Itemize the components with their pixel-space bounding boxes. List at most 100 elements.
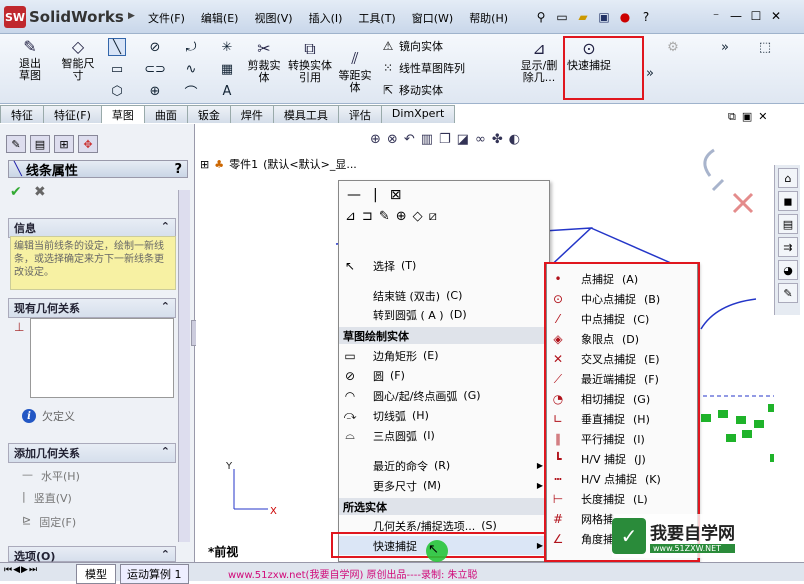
horizontal-relation-option[interactable]: — 水平(H) (22, 468, 80, 484)
menu-item-end-chain[interactable]: 结束链 (双击) (C) (339, 286, 549, 305)
app-logo[interactable]: SW SolidWorks (4, 5, 124, 29)
last-tab-icon[interactable]: ⏭ (29, 565, 37, 575)
menu-item-center-arc[interactable]: ◠ 圆心/起/终点画弧 (G) (339, 386, 549, 405)
existing-relations-header[interactable]: 现有几何关系 ⌃ (8, 298, 176, 318)
close-icon[interactable]: ✕ (768, 8, 784, 24)
help-button[interactable]: ? (174, 162, 182, 177)
maximize-icon[interactable]: ☐ (748, 8, 764, 24)
prev-tab-icon[interactable]: ◀ (13, 565, 20, 575)
menu-item-three-point-arc[interactable]: ⌓ 三点圆弧 (I) (339, 426, 549, 445)
tab-features-f[interactable]: 特征(F) (43, 105, 102, 123)
tab-sheet-metal[interactable]: 钣金 (186, 105, 231, 123)
viewport-restore-icon[interactable]: ⧉ (728, 110, 736, 124)
panel-scrollbar[interactable] (178, 190, 190, 542)
restore-icon[interactable]: ⁻ (708, 8, 724, 24)
model-tab[interactable]: 模型 (76, 564, 116, 584)
motion-study-tab[interactable]: 运动算例 1 (120, 564, 189, 584)
fillet-tool-icon[interactable]: ⌒ (182, 82, 200, 101)
mirror-entities-button[interactable]: ⚠ 镜向实体 (380, 38, 443, 54)
design-library-icon[interactable]: ◼ (778, 191, 798, 211)
info-section-header[interactable]: 信息 ⌃ (8, 218, 176, 238)
point-tool-icon[interactable]: ✳ (218, 38, 236, 56)
viewport-close-icon[interactable]: ✕ (758, 110, 767, 124)
menu-item-more-dimensions[interactable]: 更多尺寸 (M) ▶ (339, 476, 549, 495)
offset-entities-button[interactable]: ⫽ 等距实体 (334, 48, 376, 94)
menu-window[interactable]: 窗口(W) (404, 8, 461, 28)
exit-sketch-button[interactable]: ✎ 退出草图 (14, 36, 46, 82)
trim-small-icon[interactable]: ⊐ (362, 209, 373, 224)
menu-edit[interactable]: 编辑(E) (193, 8, 247, 28)
menu-help[interactable]: 帮助(H) (461, 8, 516, 28)
add-relations-header[interactable]: 添加几何关系 ⌃ (8, 443, 176, 463)
display-delete-relations-button[interactable]: ⊿ 显示/删除几... (516, 38, 562, 84)
plane-tool-icon[interactable]: ▦ (218, 60, 236, 78)
dimension-small-icon[interactable]: ◇ (413, 209, 423, 224)
options-section-header[interactable]: 选项(O) ⌃ (8, 546, 176, 563)
menu-view[interactable]: 视图(V) (246, 8, 300, 28)
smart-dimension-button[interactable]: ◇ 智能尺寸 (60, 36, 96, 82)
menu-item-corner-rectangle[interactable]: ▭ 边角矩形 (E) (339, 346, 549, 365)
polygon-tool-icon[interactable]: ⬡ (108, 82, 126, 100)
minimize-icon[interactable]: — (728, 8, 744, 24)
config-manager-tab-icon[interactable]: ⊞ (54, 135, 74, 153)
file-explorer-icon[interactable]: ▤ (778, 214, 798, 234)
rectangle-tool-icon[interactable]: ▭ (108, 60, 126, 78)
pin-icon[interactable]: ⚲ (532, 8, 550, 26)
ellipse-tool-icon[interactable]: ⊕ (146, 82, 164, 100)
open-folder-icon[interactable]: ▰ (574, 8, 592, 26)
tab-sketch[interactable]: 草图 (100, 105, 145, 123)
rebuild-traffic-light-icon[interactable]: ● (616, 8, 634, 26)
home-icon[interactable]: ⌂ (778, 168, 798, 188)
save-icon[interactable]: ▣ (595, 8, 613, 26)
slot-tool-icon[interactable]: ⊂⊃ (144, 60, 166, 78)
move-entities-button[interactable]: ⇱ 移动实体 (380, 82, 443, 98)
vertical-relation-option[interactable]: | 竖直(V) (22, 490, 72, 506)
menu-item-select[interactable]: ↖ 选择 (T) (339, 256, 549, 275)
next-tab-icon[interactable]: ▶ (21, 565, 28, 575)
vertical-line-icon[interactable]: | (373, 187, 378, 203)
tab-dimxpert[interactable]: DimXpert (380, 105, 456, 123)
menu-item-recent-commands[interactable]: 最近的命令 (R) ▶ (339, 456, 549, 475)
sketch-small-icon[interactable]: ✎ (379, 209, 390, 224)
menu-item-circle[interactable]: ⊘ 圆 (F) (339, 366, 549, 385)
relation-tool-icon[interactable]: ⊠ (390, 187, 402, 203)
menu-file[interactable]: 文件(F) (140, 8, 193, 28)
existing-relations-list[interactable] (30, 318, 174, 398)
custom-properties-icon[interactable]: ✎ (778, 283, 798, 303)
circle-tool-icon[interactable]: ⊘ (146, 38, 164, 56)
tab-evaluate[interactable]: 评估 (337, 105, 382, 123)
spline-tool-icon[interactable]: ∿ (182, 60, 200, 78)
ok-check-icon[interactable]: ✔ (10, 184, 22, 200)
fix-relation-option[interactable]: ⊵ 固定(F) (22, 514, 76, 530)
tab-features[interactable]: 特征 (0, 105, 44, 123)
cancel-x-icon[interactable]: ✖ (34, 184, 46, 200)
tab-surfaces[interactable]: 曲面 (143, 105, 188, 123)
trim-entities-button[interactable]: ✂ 剪裁实体 (244, 38, 284, 84)
dimxpert-tab-icon[interactable]: ✥ (78, 135, 98, 153)
app-menu-dropdown-icon[interactable]: ▶ (128, 11, 135, 21)
convert-entities-button[interactable]: ⧉ 转换实体引用 (288, 38, 332, 84)
arc-tool-icon[interactable]: ⤾ (182, 38, 200, 56)
text-tool-icon[interactable]: A (218, 82, 236, 100)
select-other-icon[interactable]: ⊿ (345, 209, 356, 224)
feature-tree-tab-icon[interactable]: ✎ (6, 135, 26, 153)
first-tab-icon[interactable]: ⏮ (4, 565, 12, 575)
ribbon-expand-chevron-icon[interactable]: » (716, 38, 734, 56)
help-question-icon[interactable]: ? (637, 8, 655, 26)
menu-insert[interactable]: 插入(I) (301, 8, 351, 28)
horizontal-line-icon[interactable]: — (347, 187, 361, 203)
property-manager-tab-icon[interactable]: ▤ (30, 135, 50, 153)
new-document-icon[interactable]: ▭ (553, 8, 571, 26)
menu-tools[interactable]: 工具(T) (350, 8, 403, 28)
viewport-maximize-icon[interactable]: ▣ (742, 110, 752, 124)
view-cube-icon[interactable]: ⬚ (756, 38, 774, 56)
linear-pattern-button[interactable]: ⁙ 线性草图阵列 (380, 60, 465, 76)
line-tool-icon[interactable]: ╲ (108, 38, 126, 56)
zoom-small-icon[interactable]: ⊕ (396, 209, 407, 224)
menu-item-transition-to-arc[interactable]: 转到圆弧 ( A ) (D) (339, 305, 549, 324)
edit-small-icon[interactable]: ⧄ (429, 209, 437, 224)
tab-weldments[interactable]: 焊件 (229, 105, 274, 123)
view-palette-icon[interactable]: ⇉ (778, 237, 798, 257)
menu-item-tangent-arc[interactable]: ⤼ 切线弧 (H) (339, 406, 549, 425)
tab-mold-tools[interactable]: 模具工具 (272, 105, 339, 123)
